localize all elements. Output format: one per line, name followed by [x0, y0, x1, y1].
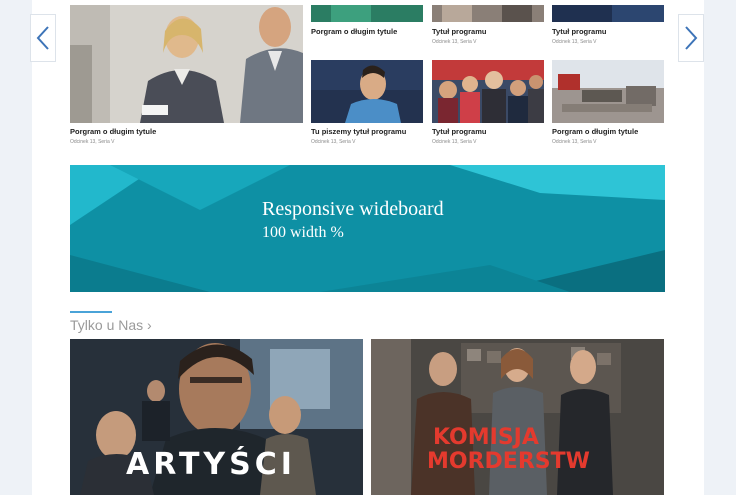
- section-heading-link[interactable]: Tylko u Nas ›: [70, 317, 152, 333]
- chevron-right-icon: ›: [147, 317, 152, 333]
- carousel-prev-button[interactable]: [30, 14, 56, 62]
- featured-thumbnail[interactable]: [70, 5, 303, 123]
- top-title-2[interactable]: Tytuł programu: [432, 27, 486, 36]
- section-accent-line: [70, 311, 112, 313]
- grid-subtitle-3: Odcinek 13, Seria V: [552, 139, 597, 145]
- grid-thumbnail-2-image: [432, 60, 544, 123]
- poster-artysci-title: ARTYŚCI: [126, 447, 296, 482]
- top-title-3[interactable]: Tytuł programu: [552, 27, 606, 36]
- grid-subtitle-1: Odcinek 13, Seria V: [311, 139, 356, 145]
- featured-image: [70, 5, 303, 123]
- grid-thumbnail-3[interactable]: [552, 60, 664, 123]
- grid-title-3[interactable]: Porgram o długim tytule: [552, 127, 638, 136]
- chevron-left-icon: [36, 26, 49, 50]
- poster-komisja-morderstw[interactable]: KOMISJA MORDERSTW: [371, 339, 664, 495]
- featured-subtitle: Odcinek 13, Seria V: [70, 139, 115, 145]
- top-thumbnail-2-image: [432, 5, 544, 22]
- grid-title-2[interactable]: Tytuł programu: [432, 127, 486, 136]
- carousel-next-button[interactable]: [678, 14, 704, 62]
- grid-thumbnail-1[interactable]: [311, 60, 423, 123]
- featured-title[interactable]: Porgram o długim tytule: [70, 127, 156, 136]
- top-thumbnail-3[interactable]: [552, 5, 664, 22]
- grid-thumbnail-3-image: [552, 60, 664, 123]
- banner-subline: 100 width %: [262, 224, 344, 241]
- section-title: Tylko u Nas: [70, 317, 144, 333]
- wideboard-banner[interactable]: Responsive wideboard 100 width %: [70, 165, 665, 292]
- banner-headline: Responsive wideboard: [262, 198, 444, 220]
- poster-komisja-title-line1: KOMISJA: [433, 425, 539, 450]
- top-subtitle-3: Odcinek 13, Seria V: [552, 39, 597, 45]
- top-thumbnail-1[interactable]: [311, 5, 423, 22]
- poster-komisja-title-line2: MORDERSTW: [427, 449, 590, 474]
- top-thumbnail-1-image: [311, 5, 423, 22]
- grid-subtitle-2: Odcinek 13, Seria V: [432, 139, 477, 145]
- top-thumbnail-2[interactable]: [432, 5, 544, 22]
- grid-title-1[interactable]: Tu piszemy tytuł programu: [311, 127, 406, 136]
- top-subtitle-2: Odcinek 13, Seria V: [432, 39, 477, 45]
- poster-artysci[interactable]: ARTYŚCI: [70, 339, 363, 495]
- chevron-right-icon: [685, 26, 698, 50]
- top-thumbnail-3-image: [552, 5, 664, 22]
- grid-thumbnail-2[interactable]: [432, 60, 544, 123]
- top-title-1[interactable]: Porgram o długim tytule: [311, 27, 397, 36]
- grid-thumbnail-1-image: [311, 60, 423, 123]
- banner-background: [70, 165, 665, 292]
